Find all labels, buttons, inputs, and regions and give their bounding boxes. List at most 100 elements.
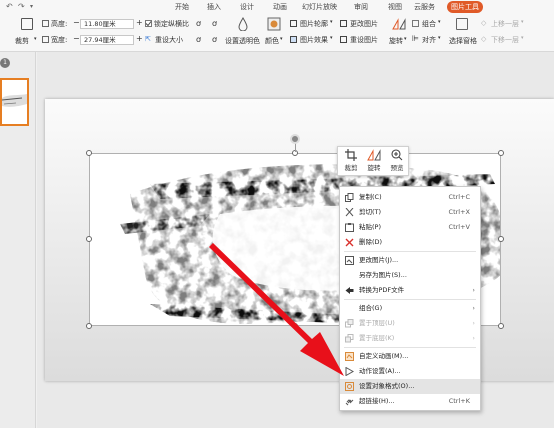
- resize-handle-right[interactable]: [498, 236, 504, 242]
- tab-cloud-service[interactable]: 云服务: [414, 2, 435, 12]
- reset-picture-icon[interactable]: [340, 36, 347, 43]
- menu-item-group[interactable]: 组合(G) ›: [340, 301, 480, 316]
- resize-handle-left[interactable]: [86, 236, 92, 242]
- resize-handle-bottom-right[interactable]: [498, 323, 504, 329]
- mini-preview-button[interactable]: 预览: [386, 149, 408, 172]
- send-backward-dropdown-icon[interactable]: ▾: [521, 35, 524, 41]
- context-menu: 复制(C) Ctrl+C 剪切(T) Ctrl+X 粘贴(P) Ctrl+V 删…: [339, 186, 481, 411]
- tab-design[interactable]: 设计: [240, 2, 254, 12]
- menu-item-save-as-picture[interactable]: 另存为图片(S)...: [340, 268, 480, 283]
- effect-dropdown-icon[interactable]: ▾: [330, 35, 333, 41]
- rotate-button[interactable]: 旋转: [389, 36, 403, 46]
- menu-item-cut[interactable]: 剪切(T) Ctrl+X: [340, 205, 480, 220]
- align-dropdown-icon[interactable]: ▾: [438, 35, 441, 41]
- reset-size-button[interactable]: 重设大小: [155, 35, 183, 45]
- width-label: 宽度:: [51, 36, 68, 44]
- width-input[interactable]: 27.94厘米: [80, 35, 134, 45]
- crop-dropdown-icon[interactable]: ▾: [34, 36, 37, 42]
- contrast-increase-icon[interactable]: ơ: [196, 19, 201, 28]
- bring-forward-dropdown-icon[interactable]: ▾: [521, 19, 524, 25]
- tab-home[interactable]: 开始: [175, 2, 189, 12]
- picture-effect-button[interactable]: 图片效果: [300, 35, 328, 45]
- pdf-icon: [345, 287, 354, 294]
- quick-access-dropdown-icon[interactable]: ▾: [30, 3, 33, 10]
- resize-handle-top-right[interactable]: [498, 150, 504, 156]
- transparent-color-icon[interactable]: [237, 17, 249, 31]
- submenu-arrow-icon: ›: [472, 286, 475, 294]
- height-decrease-button[interactable]: −: [73, 18, 80, 27]
- submenu-arrow-icon: ›: [472, 319, 475, 327]
- menu-item-delete[interactable]: 删除(D): [340, 235, 480, 250]
- menu-item-convert-pdf[interactable]: 转换为PDF文件 ›: [340, 283, 480, 298]
- group-icon[interactable]: [412, 20, 419, 27]
- lock-ratio-checkbox[interactable]: [145, 20, 152, 27]
- menu-item-change-picture[interactable]: 更改图片(J)...: [340, 253, 480, 268]
- menu-item-format-object[interactable]: 设置对象格式(O)...: [340, 379, 480, 394]
- resize-handle-top-left[interactable]: [86, 150, 92, 156]
- menu-item-send-to-back[interactable]: 置于底层(K) ›: [340, 331, 480, 346]
- crop-icon[interactable]: [21, 18, 33, 30]
- tab-picture-tools[interactable]: 图片工具: [447, 1, 483, 13]
- selection-pane-icon[interactable]: [456, 18, 468, 30]
- menu-item-hyperlink[interactable]: 超链接(H)... Ctrl+K: [340, 394, 480, 409]
- send-to-back-icon: [345, 334, 354, 343]
- mini-crop-button[interactable]: 裁剪: [340, 149, 362, 172]
- height-increase-button[interactable]: +: [136, 18, 143, 27]
- group-dropdown-icon[interactable]: ▾: [438, 19, 441, 25]
- brightness-increase-icon[interactable]: ơ: [196, 35, 201, 44]
- tab-review[interactable]: 审阅: [354, 2, 368, 12]
- rotation-handle[interactable]: [290, 134, 300, 144]
- change-picture-button[interactable]: 更改图片: [350, 19, 378, 29]
- picture-outline-icon[interactable]: [290, 20, 297, 27]
- undo-icon[interactable]: ↶: [6, 2, 13, 11]
- height-label: 高度:: [51, 20, 68, 28]
- menu-item-copy[interactable]: 复制(C) Ctrl+C: [340, 190, 480, 205]
- contrast-decrease-icon[interactable]: ơ: [212, 19, 217, 28]
- resize-handle-bottom[interactable]: [292, 323, 298, 329]
- menu-item-label: 另存为图片(S)...: [359, 271, 407, 279]
- tab-slideshow[interactable]: 幻灯片放映: [302, 2, 337, 12]
- crop-button-label[interactable]: 裁剪: [15, 36, 29, 46]
- app-window: ↶ ↷ ▾ 开始 插入 设计 动画 幻灯片放映 审阅 视图 云服务 图片工具 裁…: [0, 0, 554, 428]
- rotate-icon[interactable]: [391, 17, 407, 31]
- color-button[interactable]: 颜色: [265, 36, 279, 46]
- picture-effect-icon[interactable]: [290, 36, 297, 43]
- tab-view[interactable]: 视图: [388, 2, 402, 12]
- tab-animation[interactable]: 动画: [273, 2, 287, 12]
- picture-outline-button[interactable]: 图片轮廓: [300, 19, 328, 29]
- height-icon: [42, 20, 49, 27]
- menu-item-label: 组合(G): [359, 304, 383, 312]
- align-button[interactable]: 对齐: [422, 35, 436, 45]
- transparent-color-button[interactable]: 设置透明色: [225, 36, 260, 46]
- color-icon[interactable]: [267, 17, 281, 31]
- menu-item-shortcut: Ctrl+K: [448, 397, 470, 405]
- mini-rotate-button[interactable]: 旋转: [363, 149, 385, 172]
- menu-item-bring-to-front[interactable]: 置于顶层(U) ›: [340, 316, 480, 331]
- height-input[interactable]: 11.80厘米: [80, 19, 134, 29]
- selection-pane-button[interactable]: 选择窗格: [449, 36, 477, 46]
- reset-size-icon[interactable]: ⇱: [145, 35, 151, 43]
- change-picture-icon[interactable]: [340, 20, 347, 27]
- menu-item-shortcut: Ctrl+C: [448, 193, 470, 201]
- width-increase-button[interactable]: +: [136, 34, 143, 43]
- brightness-decrease-icon[interactable]: ơ: [212, 35, 217, 44]
- menu-separator: [344, 251, 476, 252]
- group-button[interactable]: 组合: [422, 19, 436, 29]
- width-decrease-button[interactable]: −: [73, 34, 80, 43]
- redo-icon[interactable]: ↷: [18, 2, 25, 11]
- tab-insert[interactable]: 插入: [207, 2, 221, 12]
- bring-forward-button[interactable]: 上移一层: [491, 19, 519, 29]
- rotate-dropdown-icon[interactable]: ▾: [404, 36, 407, 42]
- format-object-icon: [345, 382, 354, 391]
- send-backward-button[interactable]: 下移一层: [491, 35, 519, 45]
- menu-item-action-settings[interactable]: 动作设置(A)...: [340, 364, 480, 379]
- reset-picture-button[interactable]: 重设图片: [350, 35, 378, 45]
- color-dropdown-icon[interactable]: ▾: [280, 36, 283, 42]
- outline-dropdown-icon[interactable]: ▾: [330, 19, 333, 25]
- slide-thumbnail[interactable]: [0, 78, 29, 126]
- ribbon-toolbar: 裁剪 ▾ 高度: − 11.80厘米 + 宽度: − 27.94厘米 + 锁定纵…: [0, 14, 554, 52]
- resize-handle-bottom-left[interactable]: [86, 323, 92, 329]
- align-icon[interactable]: ⊫: [412, 34, 419, 43]
- menu-item-paste[interactable]: 粘贴(P) Ctrl+V: [340, 220, 480, 235]
- menu-item-custom-animation[interactable]: 自定义动画(M)...: [340, 349, 480, 364]
